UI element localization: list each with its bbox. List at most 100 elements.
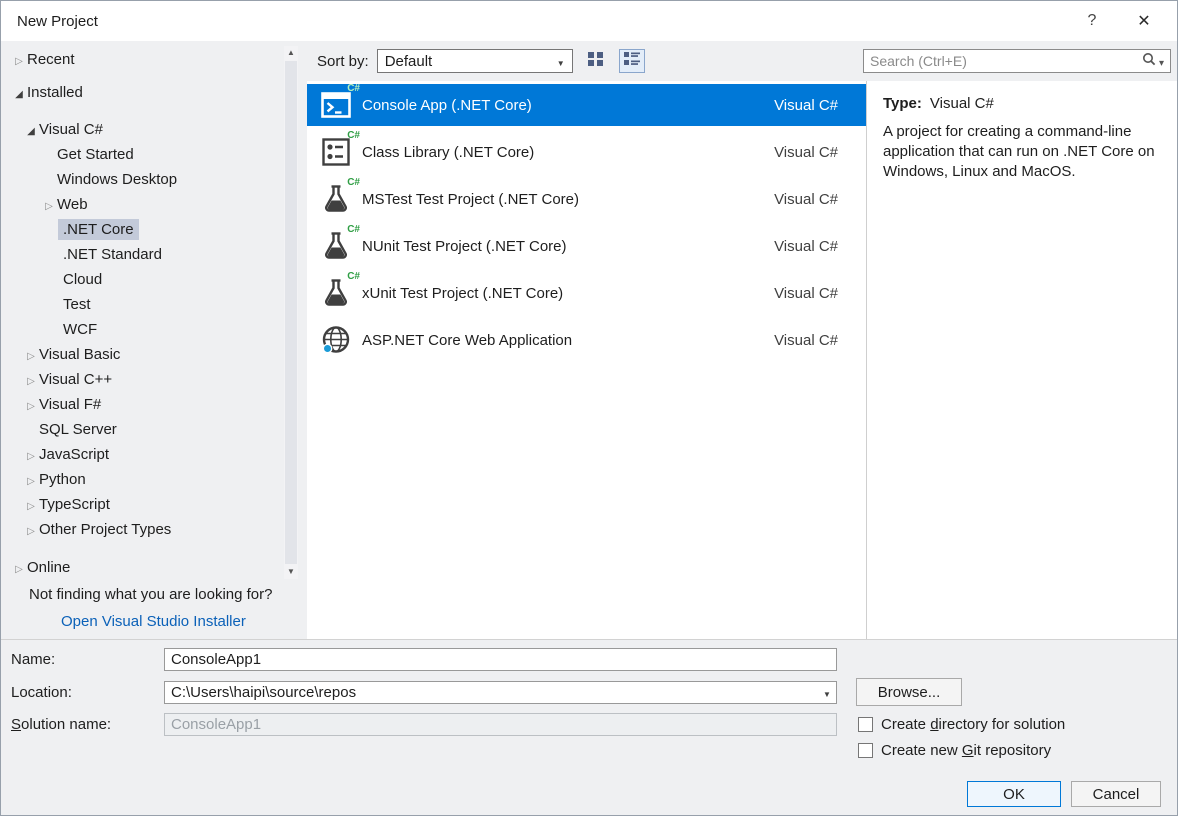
template-language: Visual C#	[774, 97, 838, 114]
scroll-up-icon[interactable]: ▲	[284, 46, 298, 60]
template-info-panel: Type: Visual C# A project for creating a…	[866, 81, 1177, 641]
collapsed-expander-icon[interactable]	[23, 522, 39, 537]
category-tree-panel: Recent Installed Visual C# Get Started W…	[1, 41, 307, 641]
template-xunit-project[interactable]: C# xUnit Test Project (.NET Core) Visual…	[307, 272, 866, 314]
template-language: Visual C#	[774, 238, 838, 255]
location-combobox	[164, 681, 837, 704]
sidebar-item-windows-desktop[interactable]: Windows Desktop	[1, 167, 281, 192]
sidebar-item-online[interactable]: Online	[1, 555, 281, 580]
create-directory-checkbox[interactable]	[858, 717, 873, 732]
template-mstest-project[interactable]: C# MSTest Test Project (.NET Core) Visua…	[307, 178, 866, 220]
solution-name-input	[164, 713, 837, 736]
list-toolbar: Sort by: Default	[307, 41, 1177, 81]
sidebar-item-visual-csharp[interactable]: Visual C#	[1, 117, 281, 142]
template-aspnet-core-web-app[interactable]: ASP.NET Core Web Application Visual C#	[307, 319, 866, 361]
globe-icon	[319, 323, 353, 357]
sidebar-item-web[interactable]: Web	[1, 192, 281, 217]
category-tree: Recent Installed Visual C# Get Started W…	[1, 47, 281, 542]
sidebar-item-javascript[interactable]: JavaScript	[1, 442, 281, 467]
template-console-app[interactable]: C# Console App (.NET Core) Visual C#	[307, 84, 866, 126]
window-title: New Project	[17, 13, 98, 30]
location-input[interactable]	[165, 684, 818, 701]
browse-button[interactable]: Browse...	[856, 678, 962, 706]
template-list: C# Console App (.NET Core) Visual C# C# …	[307, 81, 866, 641]
combo-dropdown-icon[interactable]	[818, 684, 836, 701]
open-installer-link[interactable]: Open Visual Studio Installer	[61, 613, 246, 630]
type-label: Type:	[883, 95, 922, 112]
collapsed-expander-icon[interactable]	[11, 52, 27, 67]
collapsed-expander-icon[interactable]	[23, 472, 39, 487]
csharp-badge-icon: C#	[347, 83, 360, 94]
sidebar-item-typescript[interactable]: TypeScript	[1, 492, 281, 517]
close-icon[interactable]: ✕	[1127, 11, 1161, 31]
help-icon[interactable]: ?	[1075, 12, 1109, 30]
sidebar-item-visual-basic[interactable]: Visual Basic	[1, 342, 281, 367]
search-box	[863, 49, 1171, 73]
template-description: A project for creating a command-line ap…	[883, 122, 1171, 182]
name-label: Name:	[11, 651, 55, 668]
search-dropdown-icon[interactable]	[1159, 53, 1164, 70]
sidebar-item-recent[interactable]: Recent	[1, 47, 281, 72]
template-language: Visual C#	[774, 144, 838, 161]
sidebar-item-other-project-types[interactable]: Other Project Types	[1, 517, 281, 542]
sidebar-scrollbar[interactable]: ▲ ▼	[284, 46, 298, 579]
template-name: Class Library (.NET Core)	[362, 144, 774, 161]
collapsed-expander-icon[interactable]	[23, 397, 39, 412]
sidebar-item-wcf[interactable]: WCF	[1, 317, 281, 342]
ok-button[interactable]: OK	[967, 781, 1061, 807]
location-label: Location:	[11, 684, 72, 701]
template-language: Visual C#	[774, 191, 838, 208]
sidebar-item-get-started[interactable]: Get Started	[1, 142, 281, 167]
create-directory-row: Create directory for solution	[858, 716, 1065, 732]
not-finding-text: Not finding what you are looking for?	[29, 586, 272, 603]
search-input[interactable]	[870, 53, 1142, 69]
test-flask-icon: C#	[319, 182, 353, 216]
sidebar-item-installed[interactable]: Installed	[1, 80, 281, 105]
collapsed-expander-icon[interactable]	[23, 347, 39, 362]
template-language: Visual C#	[774, 285, 838, 302]
collapsed-expander-icon[interactable]	[23, 372, 39, 387]
grid-view-icon	[587, 51, 605, 71]
collapsed-expander-icon[interactable]	[11, 560, 27, 575]
class-library-icon: C#	[319, 135, 353, 169]
sidebar-item-dotnet-standard[interactable]: .NET Standard	[1, 242, 281, 267]
console-app-icon: C#	[319, 88, 353, 122]
create-git-checkbox[interactable]	[858, 743, 873, 758]
list-view-icon	[623, 51, 641, 71]
sort-by-dropdown[interactable]: Default	[377, 49, 573, 73]
expanded-expander-icon[interactable]	[23, 122, 39, 137]
csharp-badge-icon: C#	[347, 224, 360, 235]
new-project-dialog: New Project ? ✕ Recent Installed Visual …	[0, 0, 1178, 816]
template-nunit-project[interactable]: C# NUnit Test Project (.NET Core) Visual…	[307, 225, 866, 267]
sort-by-value: Default	[385, 53, 557, 70]
sidebar-item-dotnet-core[interactable]: .NET Core	[1, 217, 281, 242]
sidebar-item-visual-cpp[interactable]: Visual C++	[1, 367, 281, 392]
collapsed-expander-icon[interactable]	[23, 447, 39, 462]
collapsed-expander-icon[interactable]	[41, 197, 57, 212]
template-name: MSTest Test Project (.NET Core)	[362, 191, 774, 208]
chevron-down-icon	[557, 53, 565, 70]
template-name: ASP.NET Core Web Application	[362, 332, 774, 349]
sidebar-item-python[interactable]: Python	[1, 467, 281, 492]
template-class-library[interactable]: C# Class Library (.NET Core) Visual C#	[307, 131, 866, 173]
template-name: xUnit Test Project (.NET Core)	[362, 285, 774, 302]
collapsed-expander-icon[interactable]	[23, 497, 39, 512]
sidebar-item-visual-fsharp[interactable]: Visual F#	[1, 392, 281, 417]
view-small-icons-button[interactable]	[583, 49, 609, 73]
type-row: Type: Visual C#	[883, 95, 1161, 112]
scroll-down-icon[interactable]: ▼	[284, 565, 298, 579]
sidebar-item-sql-server[interactable]: SQL Server	[1, 417, 281, 442]
template-language: Visual C#	[774, 332, 838, 349]
csharp-badge-icon: C#	[347, 271, 360, 282]
sidebar-item-test[interactable]: Test	[1, 292, 281, 317]
cancel-button[interactable]: Cancel	[1071, 781, 1161, 807]
name-input[interactable]	[164, 648, 837, 671]
online-section: Online	[1, 555, 281, 580]
view-list-button[interactable]	[619, 49, 645, 73]
scroll-thumb[interactable]	[285, 61, 297, 564]
titlebar: New Project ? ✕	[1, 1, 1177, 41]
sidebar-item-cloud[interactable]: Cloud	[1, 267, 281, 292]
expanded-expander-icon[interactable]	[11, 85, 27, 100]
test-flask-icon: C#	[319, 276, 353, 310]
search-icon[interactable]	[1142, 52, 1156, 70]
